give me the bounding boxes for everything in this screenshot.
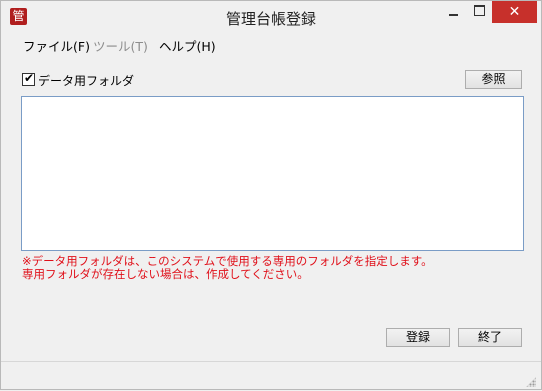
title-bar[interactable]: 管 管理台帳登録 ✕ [1,1,541,32]
close-button[interactable]: ✕ [492,1,537,23]
menu-tools[interactable]: ツール(T) [93,36,148,55]
check-icon: ✔ [24,71,35,85]
maximize-icon [473,5,485,16]
menu-file[interactable]: ファイル(F) [23,36,90,55]
register-button[interactable]: 登録 [386,328,450,347]
status-bar [1,361,541,391]
close-icon: ✕ [508,4,521,20]
data-folder-checkbox-label[interactable]: データ用フォルダ [38,72,134,89]
minimize-button[interactable] [440,1,466,23]
resize-grip-icon[interactable] [526,377,536,387]
menu-bar: ファイル(F) ツール(T) ヘルプ(H) [1,32,541,56]
maximize-button[interactable] [466,1,492,23]
app-window: 管 管理台帳登録 ✕ ファイル(F) ツール(T) ヘルプ(H) ✔ データ用フ… [0,0,542,390]
exit-button[interactable]: 終了 [458,328,522,347]
data-folder-checkbox[interactable]: ✔ [22,71,35,86]
notice-line-2: 専用フォルダが存在しない場合は、作成してください。 [22,266,309,281]
minimize-icon [448,13,458,16]
data-folder-path-field[interactable] [21,96,524,251]
browse-button[interactable]: 参照 [465,70,522,89]
folder-notice: ※データ用フォルダは、このシステムで使用する専用のフォルダを指定します。 専用フ… [22,255,433,280]
menu-help[interactable]: ヘルプ(H) [159,36,216,55]
notice-line-1: ※データ用フォルダは、このシステムで使用する専用のフォルダを指定します。 [22,254,433,268]
